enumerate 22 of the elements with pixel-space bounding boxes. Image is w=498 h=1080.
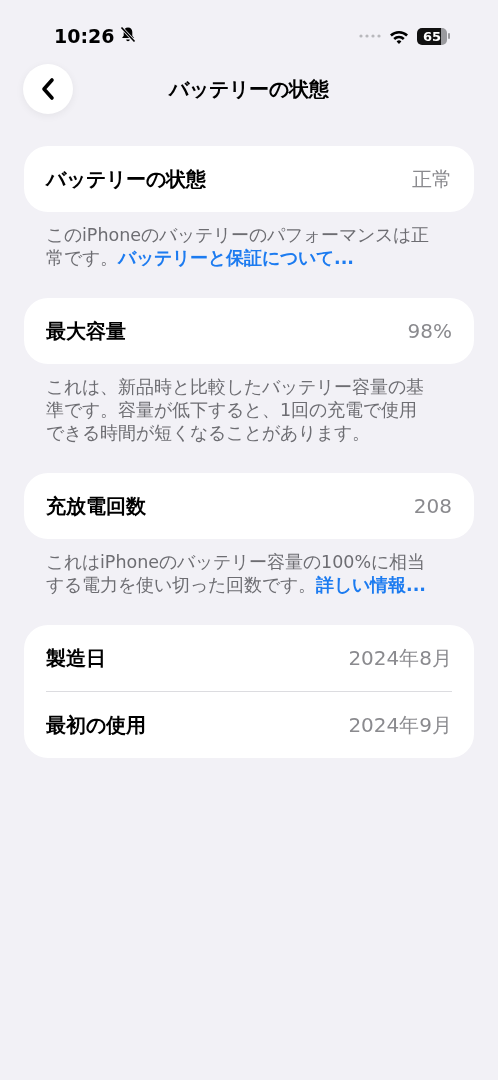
row-value: 2024年8月: [348, 644, 452, 672]
info-link[interactable]: バッテリーと保証について...: [118, 248, 354, 268]
battery-level: 65: [417, 27, 447, 45]
row-value: 98%: [407, 319, 452, 343]
row-value: 208: [413, 494, 452, 518]
wifi-icon: [389, 28, 409, 44]
back-button[interactable]: [23, 64, 73, 114]
row-value: 正常: [412, 165, 452, 193]
row-label: 最初の使用: [46, 711, 146, 739]
footer-note: これはiPhoneのバッテリー容量の100%に相当する電力を使い切った回数です。詳しい情報...: [45, 551, 427, 597]
row-label: バッテリーの状態: [46, 165, 206, 193]
footer-note: これは、新品時と比較したバッテリー容量の基準です。容量が低下すると、1回の充電で使用できる時間が短くなることがあります。: [45, 376, 425, 445]
chevron-left-icon: [41, 77, 55, 101]
row-label: 最大容量: [46, 317, 126, 345]
row-label: 製造日: [46, 644, 106, 672]
clock-time: 10:26: [54, 25, 115, 47]
row-label: 充放電回数: [46, 492, 146, 520]
row-value: 2024年9月: [348, 711, 452, 739]
page-title: バッテリーの状態: [169, 76, 329, 101]
footer-note: このiPhoneのバッテリーのパフォーマンスは正常です。バッテリーと保証について...: [45, 224, 431, 270]
info-link[interactable]: 詳しい情報...: [316, 575, 426, 595]
signal-dots-icon: [359, 34, 381, 38]
